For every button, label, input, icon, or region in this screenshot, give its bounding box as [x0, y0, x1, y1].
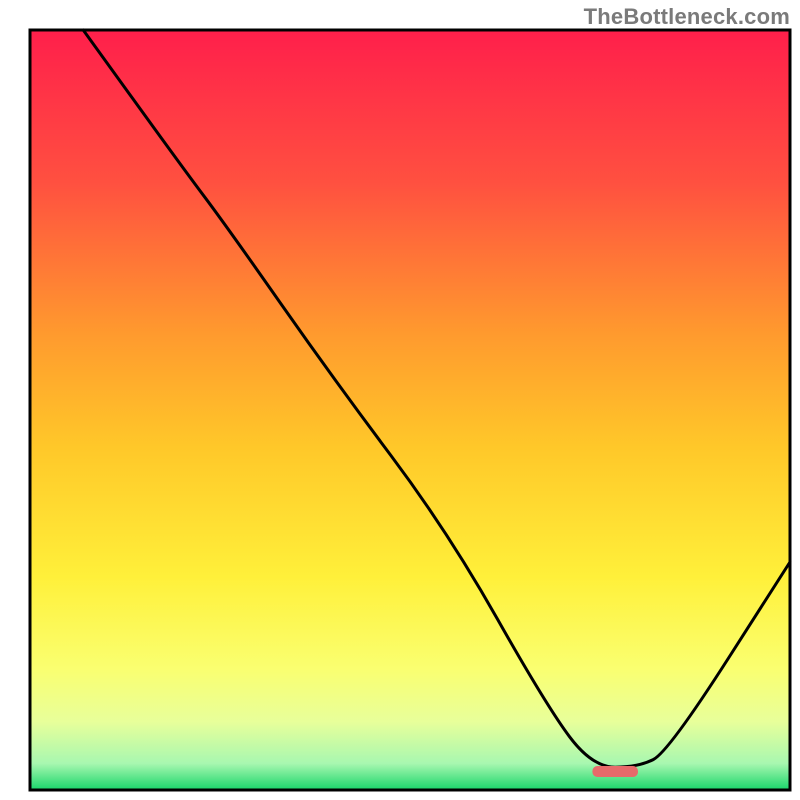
gradient-background	[30, 30, 790, 790]
chart-svg	[0, 0, 800, 800]
watermark-text: TheBottleneck.com	[584, 4, 790, 30]
chart-container: TheBottleneck.com	[0, 0, 800, 800]
optimal-marker	[592, 766, 638, 777]
